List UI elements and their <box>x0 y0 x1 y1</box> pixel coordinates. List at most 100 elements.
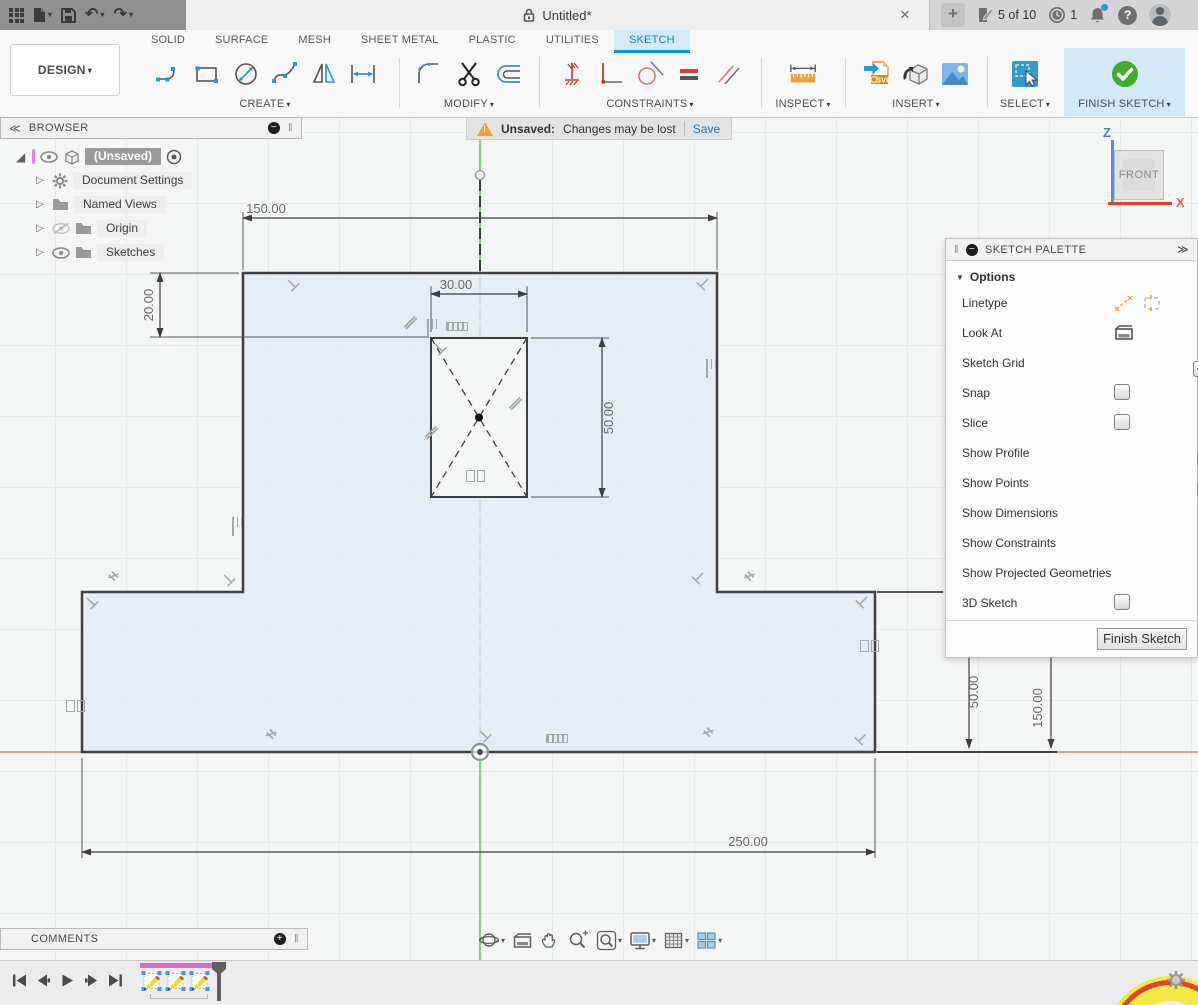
dim-notch-width[interactable]: 30.00 <box>440 277 473 292</box>
browser-item-label[interactable]: Document Settings <box>73 172 192 189</box>
browser-item-document-settings[interactable]: ▷ Document Settings <box>36 171 192 190</box>
palette-collapse-icon[interactable]: ≫ <box>1177 243 1189 256</box>
sketch-feature-icon[interactable] <box>189 970 210 992</box>
insert-canvas-button[interactable] <box>939 56 971 92</box>
tab-sketch[interactable]: SKETCH <box>614 30 690 53</box>
projected-linetype-icon[interactable] <box>1143 294 1162 312</box>
expander-icon[interactable]: ▷ <box>36 175 47 186</box>
browser-options-icon[interactable] <box>268 122 280 134</box>
expander-icon[interactable]: ▷ <box>36 223 47 234</box>
close-tab-button[interactable] <box>895 5 915 25</box>
expander-icon[interactable]: ◢ <box>16 150 27 164</box>
fit-button[interactable]: ▾ <box>596 930 622 951</box>
browser-panel-header[interactable]: ≪ BROWSER ‖ <box>0 117 302 139</box>
options-section-header[interactable]: Options <box>946 261 1197 288</box>
sketch-palette-header[interactable]: ‖ SKETCH PALETTE ≫ <box>946 239 1197 261</box>
dim-total-height[interactable]: 150.00 <box>1030 688 1045 728</box>
new-tab-button[interactable] <box>941 3 965 27</box>
browser-resize-handle[interactable]: ‖ <box>288 122 293 134</box>
go-to-end-button[interactable] <box>108 973 123 988</box>
group-label-modify[interactable]: MODIFY <box>400 98 538 110</box>
insert-svg-button[interactable]: SVG <box>861 56 893 92</box>
help-button[interactable]: ? <box>1118 6 1137 25</box>
comments-resize-handle[interactable]: ‖ <box>294 933 299 945</box>
insert-mesh-button[interactable] <box>900 56 932 92</box>
app-launcher-icon[interactable] <box>9 8 24 23</box>
workspace-selector[interactable]: DESIGN <box>10 44 120 96</box>
construction-linetype-icon[interactable] <box>1114 294 1133 312</box>
group-label-create[interactable]: CREATE <box>136 98 394 110</box>
user-avatar[interactable] <box>1149 4 1171 26</box>
browser-item-named-views[interactable]: ▷ Named Views <box>36 195 166 214</box>
step-back-button[interactable] <box>36 973 51 988</box>
viewports-button[interactable]: ▾ <box>696 930 722 951</box>
line-tool-button[interactable] <box>152 56 184 92</box>
step-forward-button[interactable] <box>84 973 99 988</box>
select-tool-button[interactable] <box>1009 56 1041 92</box>
fillet-tool-button[interactable] <box>414 56 446 92</box>
ruler-constraint-glyph[interactable] <box>446 322 468 331</box>
equal-constraint-glyph[interactable] <box>66 700 85 712</box>
sketch-dimension-button[interactable] <box>347 56 379 92</box>
fix-constraint-button[interactable] <box>556 56 588 92</box>
finish-sketch-palette-button[interactable]: Finish Sketch <box>1097 628 1187 650</box>
perpendicular-constraint-button[interactable] <box>595 56 627 92</box>
eye-visible-icon[interactable] <box>52 247 70 259</box>
dim-base-width[interactable]: 250.00 <box>728 834 768 849</box>
group-label-finish-sketch[interactable]: FINISH SKETCH <box>1064 98 1185 110</box>
group-label-select[interactable]: SELECT <box>988 98 1062 110</box>
tab-utilities[interactable]: UTILITIES <box>531 30 614 53</box>
pan-button[interactable] <box>540 930 560 950</box>
browser-item-label[interactable]: (Unsaved) <box>85 148 161 165</box>
dim-notch-height[interactable]: 50.00 <box>601 402 616 435</box>
display-settings-button[interactable]: ▾ <box>629 930 656 951</box>
zoom-button[interactable] <box>567 930 589 950</box>
tab-solid[interactable]: SOLID <box>136 30 200 53</box>
spline-tool-button[interactable] <box>269 56 301 92</box>
viewcube-front-face[interactable]: FRONT <box>1114 150 1164 200</box>
browser-item-label[interactable]: Sketches <box>97 244 164 261</box>
coincident-constraint-glyph[interactable] <box>232 517 234 536</box>
centerline-endpoint[interactable] <box>476 171 485 180</box>
trim-tool-button[interactable] <box>453 56 485 92</box>
collapse-panel-icon[interactable]: ≪ <box>9 122 21 135</box>
dim-top-width[interactable]: 150.00 <box>246 201 286 216</box>
tab-surface[interactable]: SURFACE <box>200 30 283 53</box>
coincident-constraint-glyph[interactable] <box>427 319 429 338</box>
eye-visible-icon[interactable] <box>40 151 58 163</box>
eye-hidden-icon[interactable] <box>52 222 70 235</box>
group-label-insert[interactable]: INSERT <box>846 98 986 110</box>
timeline-position-marker[interactable] <box>212 962 226 975</box>
tab-sheet-metal[interactable]: SHEET METAL <box>346 30 454 53</box>
palette-resize-handle[interactable]: ‖ <box>954 244 959 256</box>
job-status-button[interactable]: 1 <box>1048 6 1077 24</box>
comments-panel-header[interactable]: COMMENTS ‖ <box>0 928 308 950</box>
equal-constraint-glyph[interactable] <box>860 640 879 652</box>
orbit-button[interactable]: ▾ <box>478 929 505 951</box>
look-at-icon[interactable] <box>1114 324 1134 341</box>
equal-constraint-button[interactable] <box>673 56 705 92</box>
look-at-button[interactable] <box>512 931 533 950</box>
sketch-feature-icon[interactable] <box>141 970 162 992</box>
snap-checkbox[interactable] <box>1114 384 1130 400</box>
3d-sketch-checkbox[interactable] <box>1114 594 1130 610</box>
inner-center-point[interactable] <box>475 414 483 422</box>
browser-item-root[interactable]: ◢ (Unsaved) <box>16 147 182 166</box>
active-documents-button[interactable]: 5 of 10 <box>977 7 1036 23</box>
rectangle-tool-button[interactable] <box>191 56 223 92</box>
dim-base-height[interactable]: 50.00 <box>966 676 981 709</box>
mirror-tool-button[interactable] <box>308 56 340 92</box>
ruler-constraint-glyph[interactable] <box>546 734 568 743</box>
group-label-inspect[interactable]: INSPECT <box>762 98 844 110</box>
expander-icon[interactable]: ▷ <box>36 199 47 210</box>
circle-tool-button[interactable] <box>230 56 262 92</box>
slice-checkbox[interactable] <box>1114 414 1130 430</box>
sketch-feature-icon[interactable] <box>165 970 186 992</box>
tab-plastic[interactable]: PLASTIC <box>454 30 531 53</box>
activate-component-icon[interactable] <box>166 149 182 165</box>
sketch-grid-checkbox[interactable] <box>1193 361 1198 377</box>
save-link[interactable]: Save <box>693 122 720 136</box>
go-to-start-button[interactable] <box>12 973 27 988</box>
tangent-constraint-button[interactable] <box>634 56 666 92</box>
notifications-button[interactable] <box>1089 6 1106 24</box>
